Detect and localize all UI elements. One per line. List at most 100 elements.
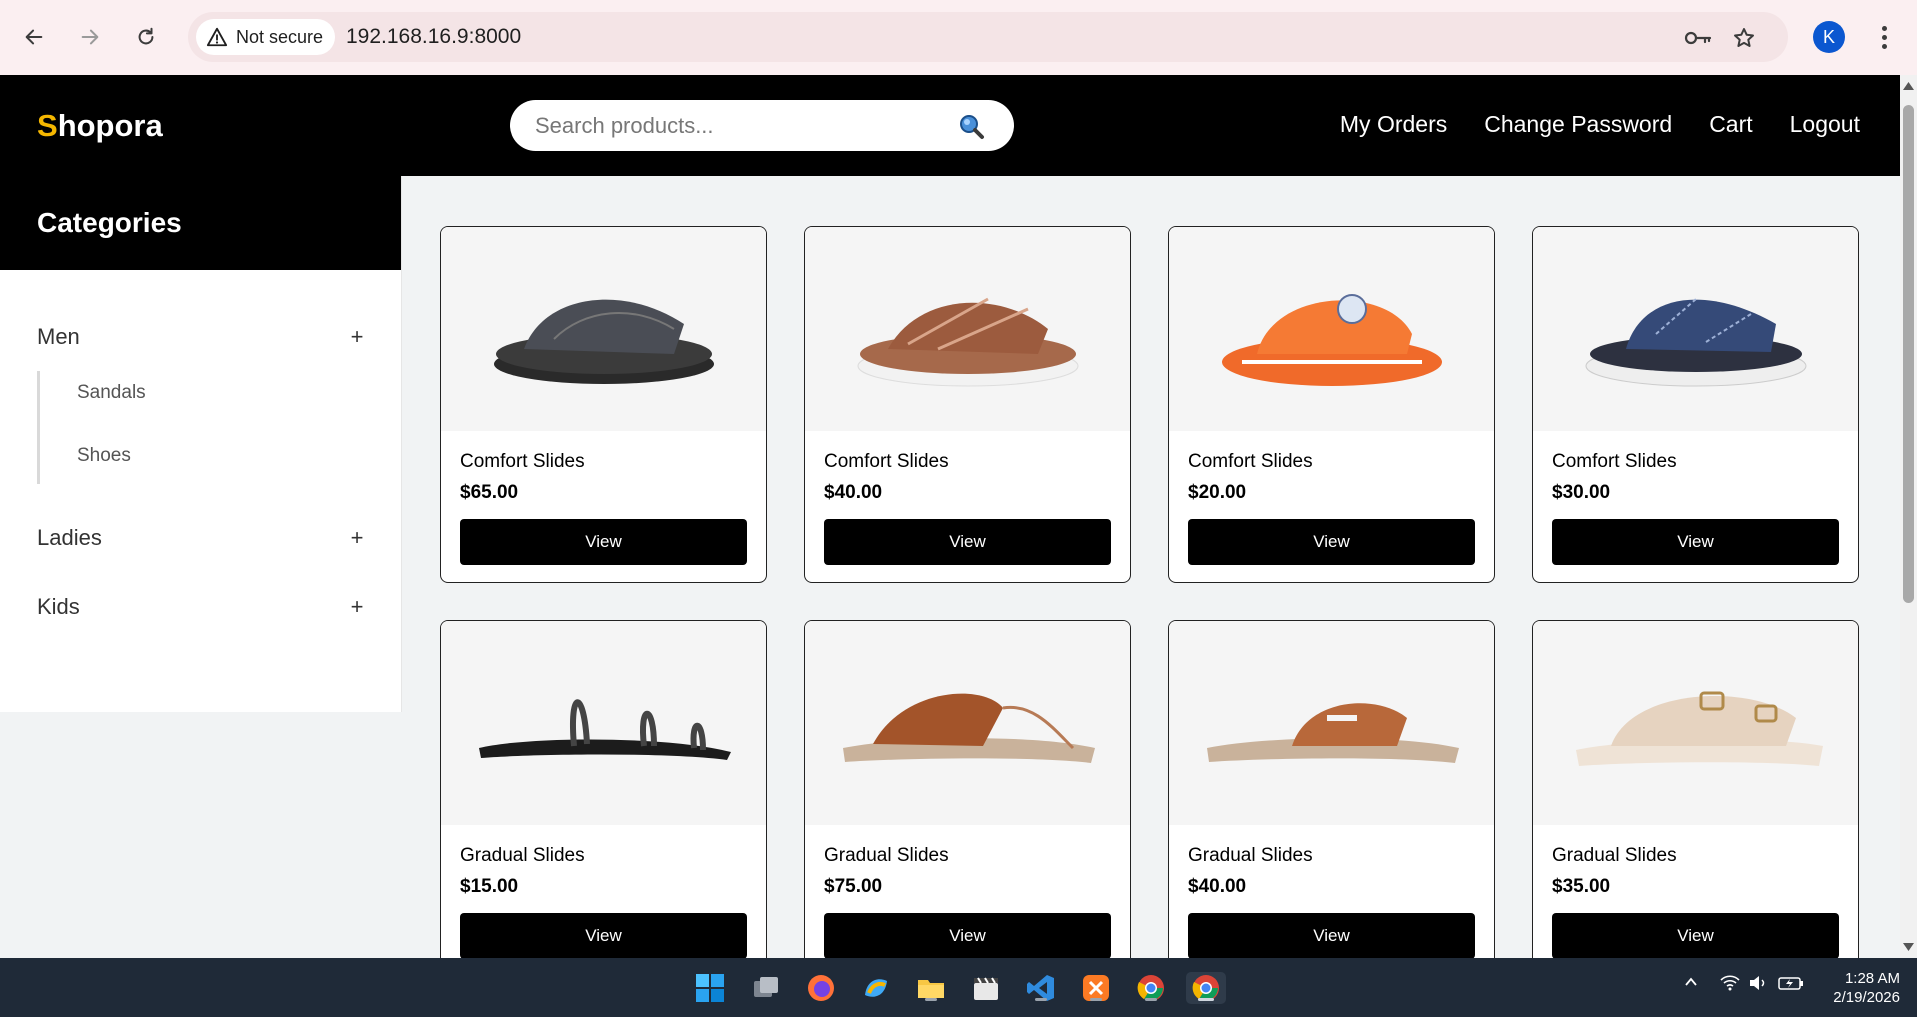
media-app[interactable] bbox=[970, 972, 1002, 1004]
vscode-app[interactable] bbox=[1025, 972, 1057, 1004]
expand-toggle[interactable]: + bbox=[347, 525, 367, 551]
warning-icon bbox=[206, 27, 228, 47]
arrow-left-icon bbox=[25, 29, 43, 45]
view-button[interactable]: View bbox=[1552, 519, 1839, 565]
product-price: $30.00 bbox=[1552, 482, 1611, 503]
view-button[interactable]: View bbox=[824, 913, 1111, 958]
product-grid: Comfort Slides $65.00 View Comfort Slide… bbox=[403, 176, 1900, 958]
slide-sandal-image bbox=[1221, 294, 1442, 386]
product-name[interactable]: Gradual Slides bbox=[1552, 845, 1677, 867]
site-logo[interactable]: Shopora bbox=[37, 108, 163, 144]
scroll-thumb[interactable] bbox=[1903, 105, 1914, 603]
product-card: Comfort Slides $30.00 View bbox=[1532, 226, 1859, 583]
view-button[interactable]: View bbox=[460, 519, 747, 565]
product-name[interactable]: Gradual Slides bbox=[460, 845, 585, 867]
category-sidebar: Categories Men + Sandals Shoes Ladies + … bbox=[0, 176, 402, 712]
product-name[interactable]: Gradual Slides bbox=[1188, 845, 1313, 867]
subcategory-shoes[interactable]: Shoes bbox=[77, 445, 131, 467]
copilot-icon bbox=[865, 979, 887, 997]
wifi-status[interactable] bbox=[1720, 974, 1740, 996]
product-image[interactable] bbox=[1533, 621, 1858, 825]
bookmark-star-button[interactable] bbox=[1730, 24, 1758, 52]
product-card: Gradual Slides $75.00 View bbox=[804, 620, 1131, 958]
expand-toggle[interactable]: + bbox=[347, 324, 367, 350]
volume-status[interactable] bbox=[1748, 974, 1768, 996]
battery-charging-icon bbox=[1778, 977, 1803, 990]
browser-menu-button[interactable] bbox=[1872, 21, 1896, 53]
firefox-icon bbox=[808, 975, 834, 1001]
nav-my-orders[interactable]: My Orders bbox=[1340, 111, 1447, 138]
scroll-down-icon[interactable] bbox=[1903, 942, 1914, 952]
sidebar-title: Categories bbox=[37, 207, 182, 238]
search-box bbox=[510, 100, 1014, 151]
product-name[interactable]: Comfort Slides bbox=[1552, 451, 1677, 473]
product-card: Comfort Slides $65.00 View bbox=[440, 226, 767, 583]
view-button[interactable]: View bbox=[460, 913, 747, 958]
windows-taskbar: 1:28 AM 2/19/2026 bbox=[0, 958, 1917, 1017]
category-label: Ladies bbox=[37, 525, 102, 550]
forward-button[interactable] bbox=[70, 17, 110, 57]
category-ladies[interactable]: Ladies + bbox=[37, 525, 367, 551]
site-info-chip[interactable]: Not secure bbox=[196, 19, 336, 55]
chrome-profile-app[interactable] bbox=[1186, 972, 1226, 1004]
xampp-app[interactable] bbox=[1080, 972, 1112, 1004]
product-name[interactable]: Comfort Slides bbox=[824, 451, 949, 473]
reload-button[interactable] bbox=[126, 17, 166, 57]
subcategory-sandals[interactable]: Sandals bbox=[77, 382, 146, 404]
scroll-up-icon[interactable] bbox=[1903, 81, 1914, 91]
profile-avatar[interactable]: K bbox=[1813, 21, 1845, 53]
product-card: Gradual Slides $40.00 View bbox=[1168, 620, 1495, 958]
category-men[interactable]: Men + bbox=[37, 324, 367, 350]
page-scrollbar[interactable] bbox=[1900, 75, 1917, 958]
product-image[interactable] bbox=[441, 621, 766, 825]
nav-logout[interactable]: Logout bbox=[1790, 111, 1860, 138]
product-image[interactable] bbox=[441, 227, 766, 431]
address-bar[interactable]: Not secure 192.168.16.9:8000 bbox=[188, 12, 1788, 62]
system-clock[interactable]: 1:28 AM 2/19/2026 bbox=[1820, 969, 1900, 1007]
url-text[interactable]: 192.168.16.9:8000 bbox=[346, 25, 521, 49]
product-image[interactable] bbox=[805, 621, 1130, 825]
view-button[interactable]: View bbox=[1188, 913, 1475, 958]
copilot-app[interactable] bbox=[860, 972, 892, 1004]
tray-overflow-chevron[interactable] bbox=[1683, 974, 1699, 994]
view-button[interactable]: View bbox=[1552, 913, 1839, 958]
chrome-app[interactable] bbox=[1135, 972, 1167, 1004]
task-view-button[interactable] bbox=[750, 972, 782, 1004]
battery-status[interactable] bbox=[1778, 974, 1804, 996]
product-card: Gradual Slides $15.00 View bbox=[440, 620, 767, 958]
firefox-app[interactable] bbox=[805, 972, 837, 1004]
view-button[interactable]: View bbox=[824, 519, 1111, 565]
start-button[interactable] bbox=[694, 972, 726, 1004]
product-image[interactable] bbox=[1169, 227, 1494, 431]
product-image[interactable] bbox=[1533, 227, 1858, 431]
star-icon bbox=[1734, 28, 1754, 47]
nav-cart[interactable]: Cart bbox=[1709, 111, 1752, 138]
product-price: $35.00 bbox=[1552, 876, 1611, 897]
product-price: $75.00 bbox=[824, 876, 883, 897]
view-button[interactable]: View bbox=[1188, 519, 1475, 565]
clapperboard-icon bbox=[974, 977, 998, 1000]
product-name[interactable]: Gradual Slides bbox=[824, 845, 949, 867]
nav-change-password[interactable]: Change Password bbox=[1484, 111, 1672, 138]
back-button[interactable] bbox=[14, 17, 54, 57]
security-label: Not secure bbox=[236, 26, 324, 47]
reload-icon bbox=[138, 27, 154, 45]
product-image[interactable] bbox=[805, 227, 1130, 431]
clock-date: 2/19/2026 bbox=[1833, 989, 1900, 1006]
search-input[interactable] bbox=[535, 100, 935, 151]
file-explorer-app[interactable] bbox=[915, 972, 947, 1004]
slide-sandal-image bbox=[857, 297, 1078, 387]
product-name[interactable]: Comfort Slides bbox=[460, 451, 585, 473]
search-icon[interactable] bbox=[957, 113, 985, 141]
product-name[interactable]: Comfort Slides bbox=[1188, 451, 1313, 473]
key-icon bbox=[1684, 31, 1712, 45]
product-card: Comfort Slides $20.00 View bbox=[1168, 226, 1495, 583]
flat-sandal-image bbox=[478, 699, 731, 760]
slide-sandal-image bbox=[1585, 298, 1806, 387]
category-kids[interactable]: Kids + bbox=[37, 594, 367, 620]
product-image[interactable] bbox=[1169, 621, 1494, 825]
expand-toggle[interactable]: + bbox=[347, 594, 367, 620]
category-label: Kids bbox=[37, 594, 80, 619]
password-key-button[interactable] bbox=[1684, 24, 1712, 52]
thong-sandal-image bbox=[842, 693, 1095, 763]
